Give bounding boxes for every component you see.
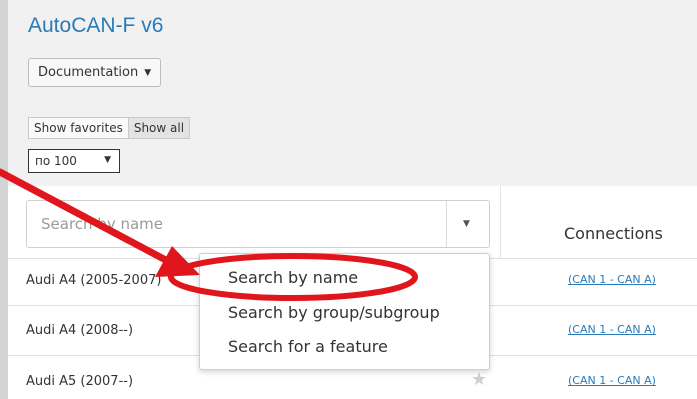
annotation-overlay: [0, 168, 418, 301]
annotation-ellipse: [168, 253, 418, 301]
annotation-arrow-shaft: [0, 168, 181, 270]
